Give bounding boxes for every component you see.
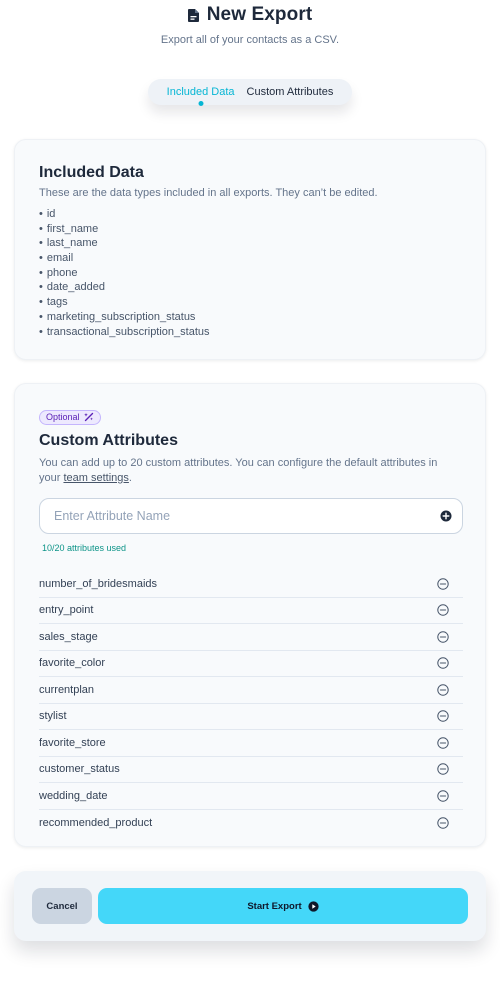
tab-included-data-label: Included Data xyxy=(166,86,235,98)
custom-attributes-title: Custom Attributes xyxy=(39,432,178,449)
tab-custom-attributes[interactable]: Custom Attributes xyxy=(247,86,334,98)
add-circle-icon[interactable] xyxy=(440,510,452,522)
custom-attributes-description: You can add up to 20 custom attributes. … xyxy=(39,456,439,486)
description-suffix: . xyxy=(128,472,132,484)
attribute-name: entry_point xyxy=(39,604,94,617)
included-data-title: Included Data xyxy=(39,164,144,181)
active-tab-indicator xyxy=(198,101,204,106)
attribute-name: sales_stage xyxy=(39,630,98,643)
list-item: transactional_subscription_status xyxy=(39,325,461,340)
start-export-button[interactable]: Start Export xyxy=(98,888,468,924)
attribute-row: entry_point xyxy=(39,598,463,624)
attribute-name: favorite_color xyxy=(39,657,106,670)
attribute-name: recommended_product xyxy=(39,816,153,829)
optional-badge: Optional xyxy=(39,409,101,425)
remove-circle-icon[interactable] xyxy=(437,710,449,722)
attribute-row: customer_status xyxy=(39,757,463,783)
included-data-list: id first_name last_name email phone date… xyxy=(39,207,461,339)
attribute-row: favorite_color xyxy=(39,651,463,677)
tab-switcher: Included Data Custom Attributes xyxy=(148,79,352,106)
list-item: marketing_subscription_status xyxy=(39,310,461,325)
remove-circle-icon[interactable] xyxy=(437,790,449,802)
attribute-input-container xyxy=(39,498,463,534)
attribute-name: wedding_date xyxy=(39,789,108,802)
page-header: New Export Export all of your contacts a… xyxy=(0,0,500,46)
remove-circle-icon[interactable] xyxy=(437,684,449,696)
attribute-row: wedding_date xyxy=(39,783,463,810)
attribute-row: stylist xyxy=(39,704,463,730)
attribute-usage-count: 10/20 attributes used xyxy=(42,543,127,553)
document-icon xyxy=(187,8,199,22)
attribute-row: favorite_store xyxy=(39,730,463,757)
remove-circle-icon[interactable] xyxy=(437,737,449,749)
attribute-row: currentplan xyxy=(39,677,463,704)
action-footer: Cancel Start Export xyxy=(14,871,486,941)
remove-circle-icon[interactable] xyxy=(437,578,449,590)
remove-circle-icon[interactable] xyxy=(437,631,449,643)
team-settings-link[interactable]: team settings xyxy=(63,472,128,484)
remove-circle-icon[interactable] xyxy=(437,657,449,669)
attribute-name: currentplan xyxy=(39,683,95,696)
attribute-name: customer_status xyxy=(39,763,120,776)
list-item: tags xyxy=(39,295,461,310)
attribute-row: number_of_bridesmaids xyxy=(39,571,463,598)
attribute-name: favorite_store xyxy=(39,736,106,749)
start-export-label: Start Export xyxy=(247,900,302,912)
remove-circle-icon[interactable] xyxy=(437,604,449,616)
attribute-name: stylist xyxy=(39,710,67,723)
attribute-name-input[interactable] xyxy=(54,509,440,523)
included-data-description: These are the data types included in all… xyxy=(39,187,378,199)
list-item: first_name xyxy=(39,222,461,237)
custom-attributes-card: Optional Custom Attributes You can add u… xyxy=(14,383,486,847)
page-title: New Export xyxy=(206,4,313,25)
custom-attribute-list: number_of_bridesmaids entry_point sales_… xyxy=(39,571,463,836)
list-item: phone xyxy=(39,266,461,281)
list-item: date_added xyxy=(39,280,461,295)
attribute-row: sales_stage xyxy=(39,624,463,651)
included-data-card: Included Data These are the data types i… xyxy=(14,139,486,360)
list-item: id xyxy=(39,207,461,222)
list-item: last_name xyxy=(39,236,461,251)
play-circle-icon xyxy=(308,900,319,912)
list-item: email xyxy=(39,251,461,266)
tab-included-data[interactable]: Included Data xyxy=(166,86,235,106)
page-subtitle: Export all of your contacts as a CSV. xyxy=(160,34,340,46)
title-row: New Export xyxy=(0,2,500,28)
remove-circle-icon[interactable] xyxy=(437,817,449,829)
magic-wand-icon xyxy=(83,412,93,422)
remove-circle-icon[interactable] xyxy=(437,763,449,775)
optional-badge-label: Optional xyxy=(46,412,80,422)
attribute-row: recommended_product xyxy=(39,810,463,837)
attribute-name: number_of_bridesmaids xyxy=(39,577,158,590)
cancel-button[interactable]: Cancel xyxy=(32,888,92,924)
